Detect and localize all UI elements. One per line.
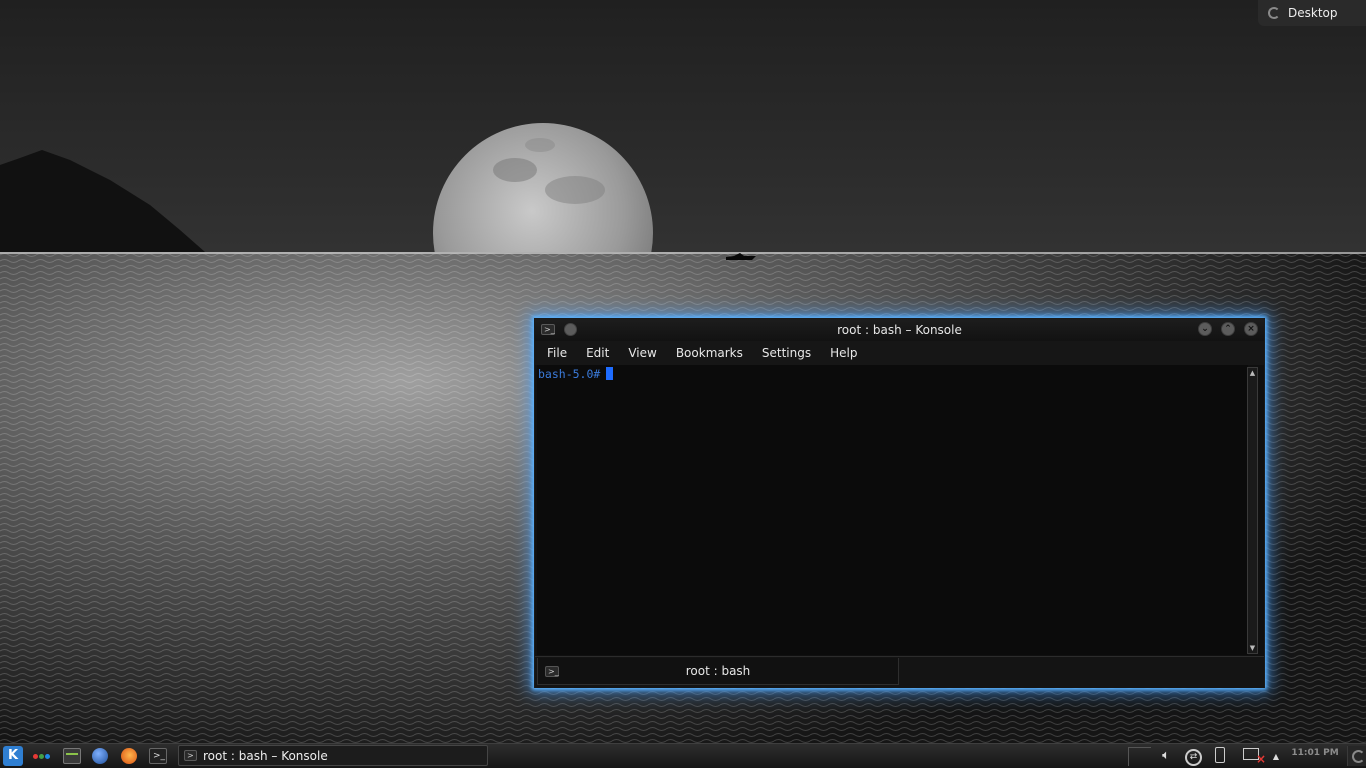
volume-icon[interactable]: 🔈︎ (1156, 748, 1176, 764)
terminal-icon[interactable]: >_ (149, 748, 167, 764)
task-konsole[interactable]: > root : bash – Konsole (178, 745, 488, 766)
scroll-down-arrow-icon[interactable]: ▼ (1248, 644, 1257, 652)
maximize-button[interactable]: ⌃ (1221, 322, 1235, 336)
clock[interactable]: 11:01 PM (1290, 748, 1340, 758)
terminal-prompt: bash-5.0# (538, 367, 601, 381)
desktop-toolbox-button[interactable]: Desktop (1258, 0, 1366, 26)
file-manager-icon[interactable] (63, 748, 81, 764)
window-titlebar[interactable]: >_ root : bash – Konsole ⌄ ⌃ × (535, 319, 1264, 341)
taskbar-panel: K >_ > root : bash – Konsole 🔈︎ ⇄ ▲ 11:0… (0, 743, 1366, 768)
menu-edit[interactable]: Edit (586, 346, 609, 360)
menu-help[interactable]: Help (830, 346, 857, 360)
konsole-window[interactable]: >_ root : bash – Konsole ⌄ ⌃ × File Edit… (534, 318, 1265, 688)
session-tab-bar: >_ root : bash (535, 656, 1264, 688)
session-tab-label: root : bash (685, 664, 751, 678)
menu-bar: File Edit View Bookmarks Settings Help (535, 341, 1264, 365)
panel-cashew-icon[interactable] (1347, 746, 1366, 766)
terminal-area[interactable]: bash-5.0# (537, 365, 1248, 655)
window-title: root : bash – Konsole (837, 323, 962, 337)
network-icon[interactable]: ⇄ (1185, 749, 1202, 766)
menu-file[interactable]: File (547, 346, 567, 360)
menu-view[interactable]: View (628, 346, 656, 360)
menu-settings[interactable]: Settings (762, 346, 811, 360)
display-icon[interactable] (1243, 748, 1266, 767)
menu-bookmarks[interactable]: Bookmarks (676, 346, 743, 360)
scroll-up-arrow-icon[interactable]: ▲ (1248, 369, 1257, 377)
minimize-button[interactable]: ⌄ (1198, 322, 1212, 336)
desktop-toolbox-label: Desktop (1288, 6, 1338, 20)
expand-arrow-icon[interactable]: ▲ (1271, 749, 1281, 765)
terminal-cursor (606, 367, 614, 380)
task-terminal-icon: > (184, 750, 197, 761)
plasma-toolbox-icon (1268, 7, 1280, 19)
firefox-icon[interactable] (121, 748, 137, 764)
close-button[interactable]: × (1244, 322, 1258, 336)
terminal-scrollbar[interactable]: ▲ ▼ (1247, 367, 1258, 654)
battery-icon[interactable] (1215, 747, 1225, 763)
app-dots-icon[interactable] (33, 748, 51, 764)
session-tab[interactable]: >_ root : bash (537, 658, 899, 685)
terminal-prompt-line: bash-5.0# (538, 367, 614, 381)
kde-menu-icon[interactable]: K (3, 746, 23, 766)
tray-pager-icon[interactable] (1128, 747, 1151, 766)
task-label: root : bash – Konsole (203, 749, 328, 763)
globe-icon[interactable] (92, 748, 108, 764)
